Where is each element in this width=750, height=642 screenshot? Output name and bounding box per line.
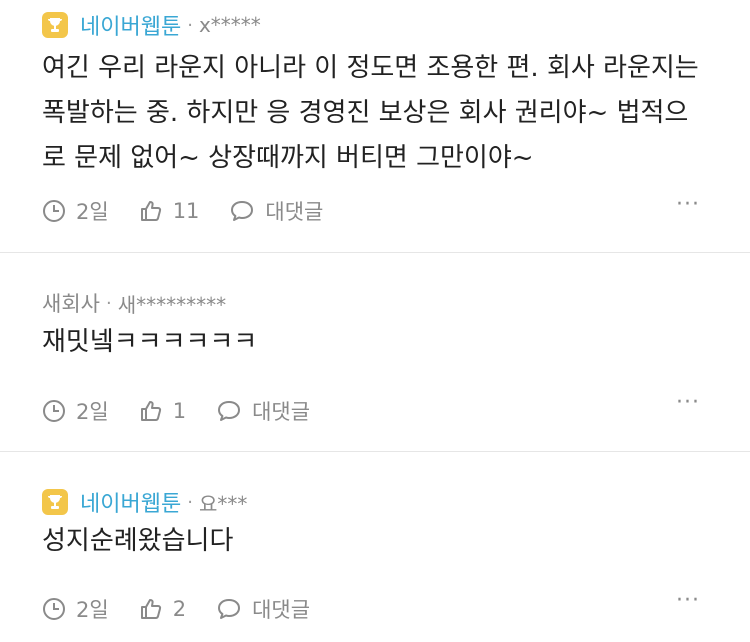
thumbs-up-icon [140,599,161,619]
author-nickname[interactable]: 새회사 [42,288,100,318]
comment-item: 네이버웹툰 · x***** 여긴 우리 라운지 아니라 이 정도면 조용한 편… [0,0,750,253]
author-id: 요*** [198,491,248,516]
comment-text: 성지순례왔습니다 [42,526,234,556]
like-button[interactable]: 1 [139,399,186,423]
author-id: x***** [198,13,261,37]
more-dots-icon[interactable]: ··· [676,390,700,415]
comment-item: 새회사 · 새********* 재밋넼ㅋㅋㅋㅋㅋㅋ 2일 1 대댓글 ··· [0,253,750,452]
chat-bubble-icon [231,201,254,221]
separator-dot: · [105,292,112,314]
clock-icon [43,400,65,422]
more-dots-icon[interactable]: ··· [676,192,700,217]
comment-meta: 새회사 · 새********* [42,288,226,318]
timestamp: 2일 [42,396,109,426]
like-button[interactable]: 11 [139,199,200,223]
comment-meta: 네이버웹툰 · 요*** [42,486,247,518]
author-nickname[interactable]: 네이버웹툰 [80,9,181,41]
chat-bubble-icon [218,599,241,619]
like-count: 2 [172,597,187,621]
like-count: 11 [172,199,200,223]
reply-button[interactable]: 대댓글 [216,594,310,624]
separator-dot: · [187,491,193,513]
trophy-icon [42,489,68,515]
clock-icon [43,598,65,620]
like-button[interactable]: 2 [139,597,186,621]
thumbs-up-icon [140,401,161,421]
more-dots-icon[interactable]: ··· [676,588,700,613]
author-id: 새********* [117,292,227,317]
trophy-icon [42,12,68,38]
chat-bubble-icon [218,401,241,421]
comment-item: 네이버웹툰 · 요*** 성지순례왔습니다 2일 2 대댓글 ··· [0,452,750,640]
comment-actions: 2일 1 대댓글 [42,396,340,426]
clock-icon [43,200,65,222]
reply-button[interactable]: 대댓글 [216,396,310,426]
like-count: 1 [172,399,187,423]
author-nickname[interactable]: 네이버웹툰 [80,486,181,518]
comment-actions: 2일 11 대댓글 [42,196,353,226]
separator-dot: · [187,14,193,36]
comment-text: 재밋넼ㅋㅋㅋㅋㅋㅋ [42,327,258,357]
timestamp: 2일 [42,594,109,624]
comment-meta: 네이버웹툰 · x***** [42,9,261,41]
reply-button[interactable]: 대댓글 [229,196,323,226]
comment-actions: 2일 2 대댓글 [42,594,340,624]
thumbs-up-icon [140,201,161,221]
comment-text: 여긴 우리 라운지 아니라 이 정도면 조용한 편. 회사 라운지는 폭발하는 … [42,53,699,173]
timestamp: 2일 [42,196,109,226]
